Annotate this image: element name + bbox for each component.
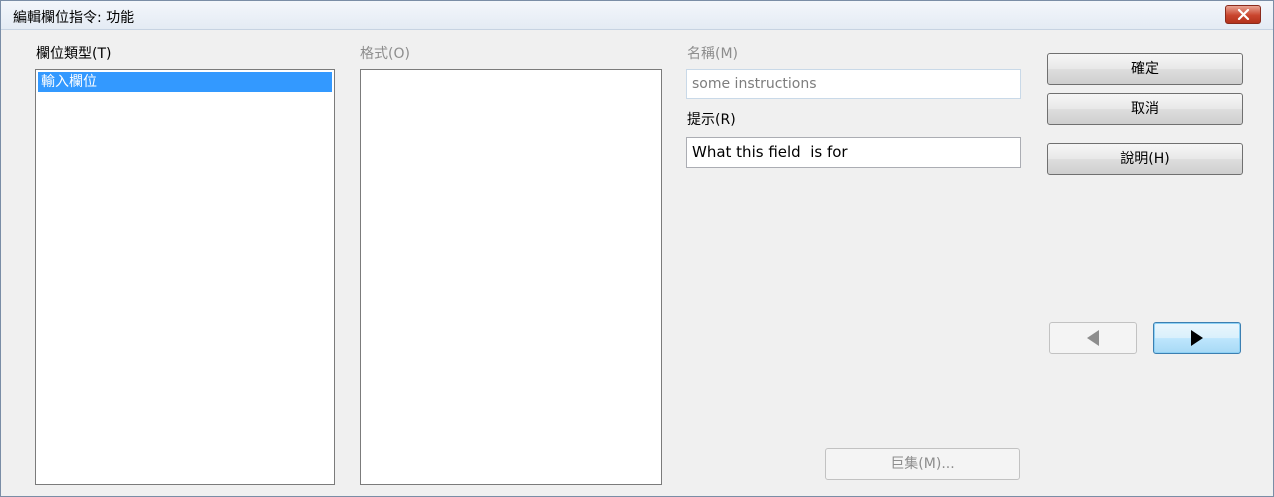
- dialog-window: 編輯欄位指令: 功能 欄位類型(T) 輸入欄位 格式(O) 名稱(M) some…: [0, 0, 1274, 497]
- prompt-field[interactable]: What this field is for: [686, 137, 1021, 168]
- list-item[interactable]: 輸入欄位: [38, 72, 332, 92]
- previous-button[interactable]: [1049, 322, 1137, 354]
- ok-button[interactable]: 確定: [1047, 53, 1243, 85]
- window-title: 編輯欄位指令: 功能: [13, 10, 135, 26]
- field-type-listbox[interactable]: 輸入欄位: [35, 69, 335, 485]
- cancel-button[interactable]: 取消: [1047, 93, 1243, 125]
- close-icon: [1237, 9, 1250, 20]
- name-label: 名稱(M): [687, 46, 739, 62]
- prompt-label: 提示(R): [687, 112, 736, 128]
- field-type-label: 欄位類型(T): [36, 46, 112, 62]
- left-triangle-icon: [1087, 330, 1099, 346]
- help-button[interactable]: 說明(H): [1047, 143, 1243, 175]
- dialog-body: 欄位類型(T) 輸入欄位 格式(O) 名稱(M) some instructio…: [9, 30, 1265, 488]
- close-button[interactable]: [1225, 5, 1261, 24]
- format-label: 格式(O): [360, 46, 410, 62]
- macro-button[interactable]: 巨集(M)...: [825, 448, 1020, 480]
- title-bar[interactable]: 編輯欄位指令: 功能: [1, 1, 1273, 30]
- next-button[interactable]: [1153, 322, 1241, 354]
- right-triangle-icon: [1191, 330, 1203, 346]
- name-field[interactable]: some instructions: [686, 69, 1021, 99]
- format-listbox[interactable]: [360, 69, 662, 485]
